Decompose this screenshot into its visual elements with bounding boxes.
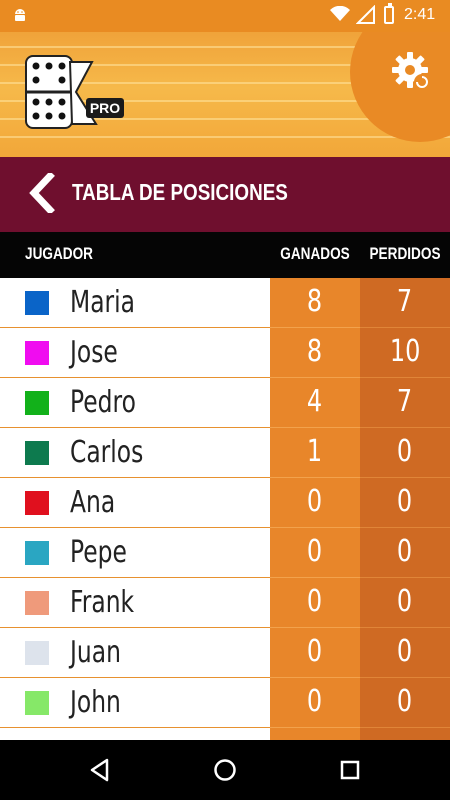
android-icon [12,7,28,27]
battery-charging-icon [384,3,394,24]
lost-cell: 0 [360,628,450,678]
player-name: Jose [70,335,118,370]
back-triangle-icon[interactable] [85,755,115,785]
table-row[interactable]: Juan 0 0 [0,628,450,678]
title-bar: TABLA DE POSICIONES [0,157,450,232]
app-header: PRO [0,32,450,157]
won-cell: 0 [270,478,360,528]
player-cell: Maria [0,278,270,328]
app-logo: PRO [25,55,124,129]
won-cell: 0 [270,578,360,628]
player-color-swatch [25,541,49,565]
table-row[interactable]: Pedro 4 7 [0,378,450,428]
wifi-icon [330,5,350,26]
won-cell: 0 [270,528,360,578]
column-header-lost: PERDIDOS [369,244,441,263]
table-row[interactable]: Carlos 1 0 [0,428,450,478]
table-row[interactable]: Frank 0 0 [0,578,450,628]
player-name: Juan [70,635,121,670]
logo-badge: PRO [90,100,120,116]
player-color-swatch [25,691,49,715]
player-color-swatch [25,641,49,665]
player-color-swatch [25,391,49,415]
player-name: Maria [70,285,135,320]
lost-cell: 7 [360,378,450,428]
table-row[interactable]: Jose 8 10 [0,328,450,378]
column-header-player: JUGADOR [25,244,94,263]
player-name: Ana [70,485,116,520]
standings-table[interactable]: Maria 8 7 Jose 8 10 Pedro 4 7 Carlos 1 0… [0,278,450,740]
player-name: Pepe [70,535,127,570]
won-cell: 8 [270,278,360,328]
player-name: Pedro [70,385,136,420]
player-cell: Pedro [0,378,270,428]
player-cell: Carlos [0,428,270,478]
won-cell [270,728,360,740]
lost-cell: 7 [360,278,450,328]
column-header-won: GANADOS [280,244,350,263]
player-cell: Juan [0,628,270,678]
player-color-swatch [25,341,49,365]
table-row[interactable]: Ana 0 0 [0,478,450,528]
table-row[interactable]: Maria 8 7 [0,278,450,328]
player-cell: Ana [0,478,270,528]
signal-icon [355,4,376,29]
won-cell: 1 [270,428,360,478]
home-circle-icon[interactable] [210,755,240,785]
page-title: TABLA DE POSICIONES [72,179,288,205]
lost-cell: 0 [360,528,450,578]
lost-cell: 0 [360,678,450,728]
player-name: Frank [70,585,135,620]
won-cell: 4 [270,378,360,428]
player-color-swatch [25,591,49,615]
player-cell: John [0,678,270,728]
player-cell: Frank [0,578,270,628]
player-color-swatch [25,291,49,315]
won-cell: 8 [270,328,360,378]
player-name: Carlos [70,435,144,470]
table-row[interactable] [0,728,450,740]
recents-square-icon[interactable] [335,755,365,785]
player-cell: Pepe [0,528,270,578]
status-bar: 2:41 [0,0,450,32]
player-cell: Jose [0,328,270,378]
gear-icon[interactable] [390,50,432,92]
won-cell: 0 [270,678,360,728]
lost-cell: 0 [360,428,450,478]
player-color-swatch [25,441,49,465]
status-time: 2:41 [404,6,436,23]
lost-cell: 0 [360,578,450,628]
chevron-left-icon[interactable] [28,173,56,213]
table-row[interactable]: John 0 0 [0,678,450,728]
table-row[interactable]: Pepe 0 0 [0,528,450,578]
player-name: John [70,685,121,720]
player-cell [0,728,270,740]
player-color-swatch [25,491,49,515]
table-header: JUGADOR GANADOS PERDIDOS [0,232,450,278]
lost-cell: 10 [360,328,450,378]
won-cell: 0 [270,628,360,678]
system-nav-bar [0,740,450,800]
lost-cell: 0 [360,478,450,528]
lost-cell [360,728,450,740]
